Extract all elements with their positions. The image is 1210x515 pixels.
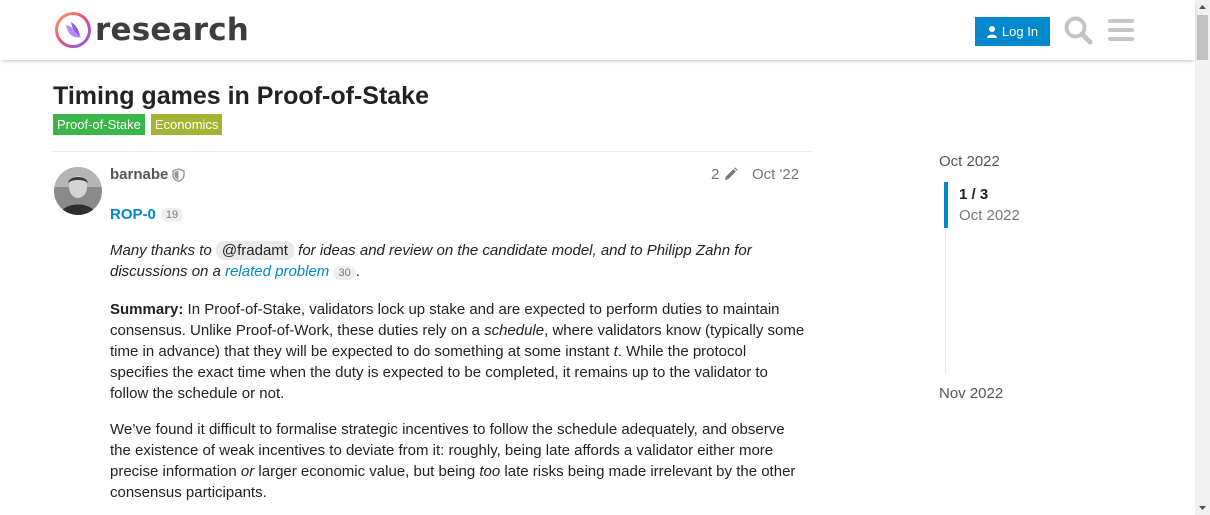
avatar-image (54, 167, 102, 215)
scroll-up-arrow-icon[interactable] (1195, 0, 1210, 14)
search-icon[interactable] (1063, 15, 1093, 45)
post-body: Many thanks to @fradamt for ideas and re… (110, 240, 805, 515)
avatar[interactable] (54, 167, 102, 215)
timeline-handle[interactable] (944, 182, 948, 228)
site-header: research Log In (0, 0, 1195, 60)
post-username[interactable]: barnabe (110, 166, 168, 183)
summary-label: Summary: (110, 301, 184, 318)
para2-emph-or: or (240, 463, 255, 480)
timeline-start-date[interactable]: Oct 2022 (939, 153, 1000, 170)
topic-title[interactable]: Timing games in Proof-of-Stake (53, 82, 429, 111)
user-icon (986, 25, 997, 38)
para2-text-2: larger economic value, but being (254, 463, 480, 480)
timeline-current-date: Oct 2022 (959, 207, 1020, 224)
topic-tags: Proof-of-Stake Economics (53, 114, 223, 135)
tag-proof-of-stake[interactable]: Proof-of-Stake (53, 114, 145, 135)
logo-icon (55, 12, 91, 48)
scroll-down-arrow-icon[interactable] (1195, 501, 1210, 515)
site-logo[interactable]: research (54, 11, 249, 49)
timeline-post-position: 1 / 3 (959, 186, 989, 203)
hamburger-menu-icon[interactable] (1106, 15, 1136, 45)
related-problem-click-count: 30 (333, 266, 356, 280)
intro-text-1: Many thanks to (110, 242, 216, 259)
para2-emph-too: too (479, 463, 501, 480)
login-label: Log In (1001, 24, 1039, 39)
tag-economics[interactable]: Economics (150, 114, 223, 135)
pencil-icon (725, 167, 738, 180)
summary-emph: schedule (484, 322, 545, 339)
post-date[interactable]: Oct '22 (752, 166, 799, 183)
summary-paragraph: Summary: In Proof-of-Stake, validators l… (110, 299, 805, 404)
related-problem-link[interactable]: related problem (225, 263, 329, 280)
title-divider (53, 151, 811, 152)
link-click-count: 19 (160, 207, 184, 222)
login-button[interactable]: Log In (975, 17, 1050, 46)
shield-icon (172, 168, 185, 182)
scrollbar-thumb[interactable] (1197, 15, 1208, 60)
second-paragraph: We’ve found it difficult to formalise st… (110, 419, 805, 503)
post-link-line: ROP-0 19 (110, 206, 184, 223)
page-scrollbar[interactable] (1195, 0, 1210, 515)
edit-history-button[interactable]: 2 (711, 166, 738, 183)
intro-paragraph: Many thanks to @fradamt for ideas and re… (110, 240, 805, 284)
rop-link[interactable]: ROP-0 (110, 206, 156, 223)
intro-text-3: . (355, 263, 360, 280)
timeline-end-date[interactable]: Nov 2022 (939, 385, 1003, 402)
logo-text: research (95, 12, 250, 48)
edit-count: 2 (711, 166, 720, 183)
mention-fradamt[interactable]: @fradamt (215, 241, 294, 260)
